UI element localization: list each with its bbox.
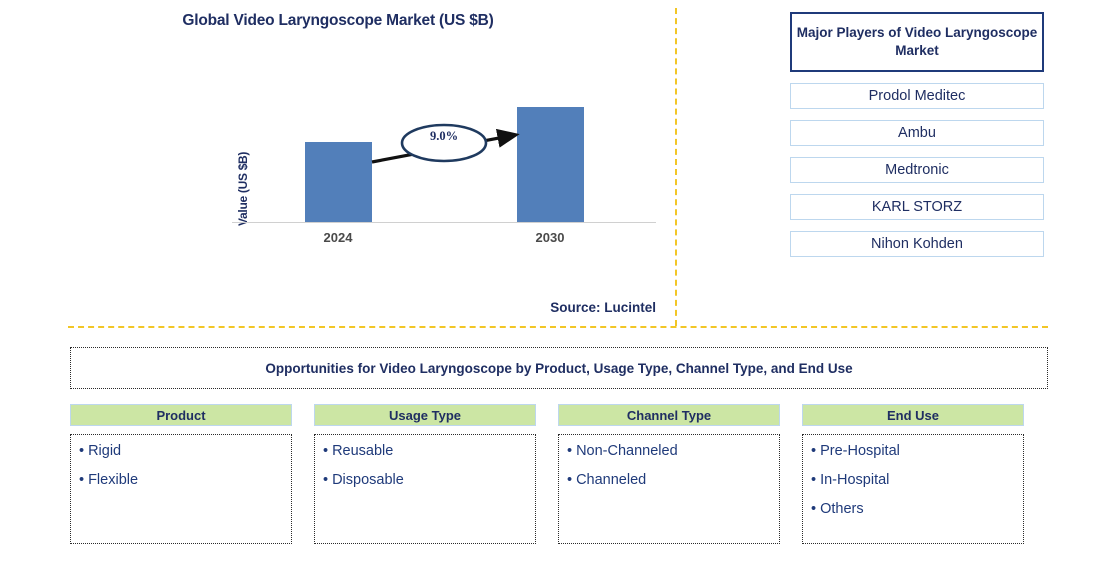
- player-label: Nihon Kohden: [871, 236, 963, 252]
- bar-chart-plot-area: Value (US $B) 9.0% 2024 2030: [232, 90, 656, 245]
- vertical-divider: [675, 8, 677, 326]
- player-item-0: Prodol Meditec: [790, 83, 1044, 109]
- bullet-icon: •: [811, 471, 817, 488]
- opportunity-column-usage-type: Usage Type • Reusable • Disposable: [314, 404, 536, 544]
- x-tick-2024: 2024: [323, 230, 353, 245]
- bullet-icon: •: [567, 443, 573, 459]
- bullet-icon: •: [323, 443, 329, 459]
- chart-panel: Global Video Laryngoscope Market (US $B)…: [0, 0, 676, 326]
- chart-title: Global Video Laryngoscope Market (US $B): [182, 12, 494, 29]
- player-label: Ambu: [898, 125, 936, 141]
- list-item: • Flexible: [79, 471, 291, 489]
- player-label: Medtronic: [885, 162, 949, 178]
- opportunity-column-product: Product • Rigid • Flexible: [70, 404, 292, 544]
- list-item-label: Flexible: [88, 471, 139, 488]
- player-item-2: Medtronic: [790, 157, 1044, 183]
- bullet-icon: •: [79, 443, 85, 459]
- list-item: • Others: [811, 500, 1023, 518]
- opportunities-banner: Opportunities for Video Laryngoscope by …: [70, 347, 1048, 389]
- column-body: • Pre-Hospital • In-Hospital • Others: [802, 434, 1024, 544]
- opportunity-column-end-use: End Use • Pre-Hospital • In-Hospital • Othe…: [802, 404, 1024, 544]
- opportunity-column-channel-type: Channel Type • Non-Channeled • Channeled: [558, 404, 780, 544]
- list-item: • Reusable: [323, 443, 535, 460]
- opportunities-columns: Product • Rigid • Flexible Usage Type • Reu…: [70, 404, 1048, 544]
- chart-source: Source: Lucintel: [550, 300, 656, 315]
- player-item-1: Ambu: [790, 120, 1044, 146]
- player-label: Prodol Meditec: [868, 88, 966, 104]
- bullet-icon: •: [79, 471, 85, 488]
- list-item-label: Channeled: [576, 471, 647, 488]
- list-item: • Pre-Hospital: [811, 443, 1023, 460]
- player-label: KARL STORZ: [871, 199, 963, 215]
- column-header: Product: [70, 404, 292, 426]
- list-item: • Rigid: [79, 443, 291, 460]
- bullet-icon: •: [811, 443, 817, 459]
- column-header: Usage Type: [314, 404, 536, 426]
- player-item-4: Nihon Kohden: [790, 231, 1044, 257]
- horizontal-divider: [68, 326, 1048, 328]
- bullet-icon: •: [323, 471, 329, 488]
- list-item-label: Rigid: [88, 443, 122, 459]
- bullet-icon: •: [811, 500, 817, 517]
- list-item-label: Pre-Hospital: [820, 443, 900, 459]
- list-item: • Disposable: [323, 471, 535, 489]
- column-body: • Reusable • Disposable: [314, 434, 536, 544]
- column-body: • Rigid • Flexible: [70, 434, 292, 544]
- player-item-3: KARL STORZ: [790, 194, 1044, 220]
- column-header: End Use: [802, 404, 1024, 426]
- list-item-label: Disposable: [332, 471, 404, 488]
- x-tick-2030: 2030: [535, 230, 565, 245]
- growth-arrow-icon: [371, 123, 520, 164]
- major-players-header: Major Players of Video Laryngoscope Mark…: [790, 12, 1044, 72]
- list-item-label: Reusable: [332, 443, 394, 459]
- cagr-label: 9.0%: [429, 129, 459, 143]
- list-item: • In-Hospital: [811, 471, 1023, 489]
- bullet-icon: •: [567, 471, 573, 488]
- list-item: • Non-Channeled: [567, 443, 779, 460]
- column-header: Channel Type: [558, 404, 780, 426]
- list-item-label: Others: [820, 500, 864, 517]
- column-body: • Non-Channeled • Channeled: [558, 434, 780, 544]
- list-item-label: Non-Channeled: [576, 443, 678, 459]
- major-players-panel: Major Players of Video Laryngoscope Mark…: [790, 12, 1044, 257]
- list-item-label: In-Hospital: [820, 471, 890, 488]
- list-item: • Channeled: [567, 471, 779, 489]
